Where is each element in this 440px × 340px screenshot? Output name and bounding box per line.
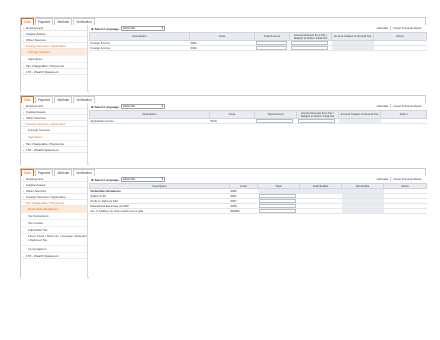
table-header: Description Code Total Amount Amount Exe…	[89, 32, 427, 41]
action-buttons: Calculate Import Previous Return	[375, 177, 424, 181]
total-amount-input[interactable]	[254, 45, 290, 51]
sidebar-sub-computations[interactable]: Computations	[21, 246, 87, 253]
language-row: Select Language ENGLISH Calculate Import…	[89, 25, 426, 32]
row-description: Foreign Income	[89, 45, 190, 51]
table-row: Foreign Income 6030	[89, 45, 427, 51]
tab-verification[interactable]: Verification	[73, 18, 95, 25]
tab-verification[interactable]: Verification	[73, 96, 95, 103]
sidebar-sub-agriculture[interactable]: Agriculture	[21, 56, 87, 63]
form-panel-2: Data Payment Attribute Verification Empl…	[20, 95, 427, 165]
sidebar: Employment Capital Assets Other Sources …	[21, 103, 88, 165]
calculate-button[interactable]: Calculate	[375, 26, 391, 30]
language-label: Select Language	[91, 178, 119, 182]
col-normal-tax: Amount Subject to Normal Tax	[331, 32, 374, 41]
action-buttons: Calculate Import Previous Return	[375, 26, 424, 30]
sidebar: Employment Capital Assets Other Sources …	[21, 176, 88, 278]
language-select[interactable]: ENGLISH	[121, 177, 166, 182]
language-select[interactable]: ENGLISH	[121, 104, 166, 109]
sidebar-item-wealth-statement[interactable]: 176 - Wealth Statement	[21, 69, 87, 75]
tab-data[interactable]: Data	[21, 96, 34, 103]
language-select[interactable]: ENGLISH	[121, 26, 166, 31]
sidebar-sub-tax-reductions[interactable]: Tax Reductions	[21, 213, 87, 220]
sidebar-sub-tax-credits[interactable]: Tax Credits	[21, 220, 87, 227]
sidebar-item-wealth-statement[interactable]: 176 - Wealth Statement	[21, 147, 87, 153]
language-row: Select Language ENGLISH Calculate Import…	[89, 176, 426, 183]
col-action: Action	[373, 32, 427, 41]
col-action: Action	[380, 110, 427, 119]
col-description: Description	[89, 110, 210, 119]
tab-data[interactable]: Data	[21, 169, 34, 176]
import-previous-return-button[interactable]: Import Previous Return	[390, 26, 424, 30]
action-buttons: Calculate Import Previous Return	[375, 104, 424, 108]
data-table: Description Code Total Inadmissible Admi…	[89, 183, 427, 214]
col-code: Code	[209, 110, 255, 119]
main-content: Select Language ENGLISH Calculate Import…	[89, 176, 427, 278]
sidebar-item-foreign-agriculture[interactable]: Foreign Sources / Agriculture	[21, 43, 87, 49]
action-cell	[383, 208, 427, 214]
sidebar-sub-adjustable-tax[interactable]: Adjustable Tax	[21, 227, 87, 234]
sidebar: Employment Capital Assets Other Sources …	[21, 25, 88, 92]
data-table: Description Code Total Amount Amount Exe…	[89, 32, 427, 51]
exempt-amount-input[interactable]	[289, 45, 332, 51]
sidebar-item-foreign-agriculture[interactable]: Foreign Sources / Agriculture	[21, 121, 87, 127]
admissible-cell	[341, 208, 384, 214]
col-total-amount: Total Amount	[254, 110, 297, 119]
exempt-amount-input[interactable]	[296, 118, 339, 124]
table-header: Description Code Total Amount Amount Exe…	[89, 110, 427, 119]
table-row: No. of Children for whom tuition fee is …	[89, 208, 427, 214]
normal-tax-cell	[331, 45, 374, 51]
tab-bar: Data Payment Attribute Verification	[21, 18, 96, 25]
row-code: 900881	[229, 208, 258, 214]
tab-attribute[interactable]: Attribute	[54, 96, 73, 103]
import-previous-return-button[interactable]: Import Previous Return	[390, 104, 424, 108]
import-previous-return-button[interactable]: Import Previous Return	[390, 177, 424, 181]
tab-payment[interactable]: Payment	[34, 96, 54, 103]
tab-bar: Data Payment Attribute Verification	[21, 169, 96, 176]
tab-attribute[interactable]: Attribute	[54, 169, 73, 176]
row-description: No. of Children for whom tuition fee is …	[89, 208, 230, 214]
tab-data[interactable]: Data	[21, 18, 34, 25]
main-content: Select Language ENGLISH Calculate Import…	[89, 25, 427, 92]
tab-payment[interactable]: Payment	[34, 18, 54, 25]
sidebar-sub-final-fixed-tax[interactable]: Final / Fixed / Minimum / Average / Rele…	[21, 234, 87, 246]
row-description: Agriculture Income	[89, 118, 210, 124]
sidebar-sub-agriculture[interactable]: Agriculture	[21, 134, 87, 141]
col-normal-tax: Amount Subject to Normal Tax	[338, 110, 381, 119]
action-cell	[373, 45, 427, 51]
action-cell	[380, 118, 427, 124]
sidebar-item-tax-chargeable[interactable]: Tax Chargeable / Payments	[21, 200, 87, 206]
inadmissible-cell	[299, 208, 342, 214]
data-table: Description Code Total Amount Amount Exe…	[89, 110, 427, 124]
sidebar-sub-deductible-allowances[interactable]: Deductible Allowances	[21, 206, 87, 213]
tab-verification[interactable]: Verification	[73, 169, 95, 176]
row-code: 5109	[209, 118, 255, 124]
language-label: Select Language	[91, 105, 119, 109]
total-input[interactable]	[257, 208, 300, 214]
normal-tax-cell	[338, 118, 381, 124]
sidebar-sub-foreign-sources[interactable]: Foreign Sources	[21, 127, 87, 134]
sidebar-sub-foreign-sources[interactable]: Foreign Sources	[21, 49, 87, 56]
total-amount-input[interactable]	[254, 118, 297, 124]
form-panel-3: Data Payment Attribute Verification Empl…	[20, 168, 427, 278]
form-panel-1: Data Payment Attribute Verification Empl…	[20, 17, 427, 92]
tab-payment[interactable]: Payment	[34, 169, 54, 176]
col-exempt: Amount Exempt from Tax / Subject to Fixe…	[289, 32, 332, 41]
tab-bar: Data Payment Attribute Verification	[21, 96, 96, 103]
col-description: Description	[89, 32, 190, 41]
main-content: Select Language ENGLISH Calculate Import…	[89, 103, 427, 165]
col-total-amount: Total Amount	[254, 32, 290, 41]
calculate-button[interactable]: Calculate	[375, 104, 391, 108]
row-code: 6030	[189, 45, 255, 51]
language-row: Select Language ENGLISH Calculate Import…	[89, 103, 426, 110]
col-exempt: Amount Exempt from Tax / Subject to Fixe…	[296, 110, 339, 119]
col-code: Code	[189, 32, 255, 41]
sidebar-item-wealth-statement[interactable]: 176 - Wealth Statement	[21, 253, 87, 259]
language-label: Select Language	[91, 27, 119, 31]
calculate-button[interactable]: Calculate	[375, 177, 391, 181]
tab-attribute[interactable]: Attribute	[54, 18, 73, 25]
table-row: Agriculture Income 5109	[89, 118, 427, 124]
